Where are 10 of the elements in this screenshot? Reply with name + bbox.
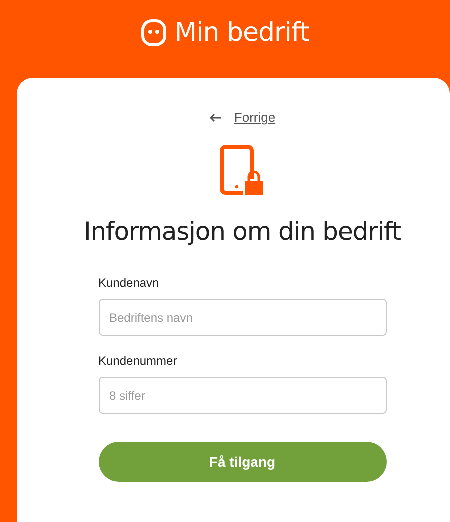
field-label: Kundenummer (98, 354, 178, 368)
back-link[interactable]: Forrige (209, 110, 276, 125)
page-heading: Informasjon om din bedrift (84, 217, 401, 246)
input-field[interactable]: 8 siffer (98, 377, 386, 414)
field-label: Kundenavn (98, 276, 160, 290)
input-field[interactable]: Bedriftens navn (98, 299, 386, 336)
smiley-face-icon (140, 19, 167, 47)
arrow-left-icon (209, 112, 222, 122)
app-title: Min bedrift (174, 18, 310, 48)
tablet-lock-icon (220, 145, 266, 197)
